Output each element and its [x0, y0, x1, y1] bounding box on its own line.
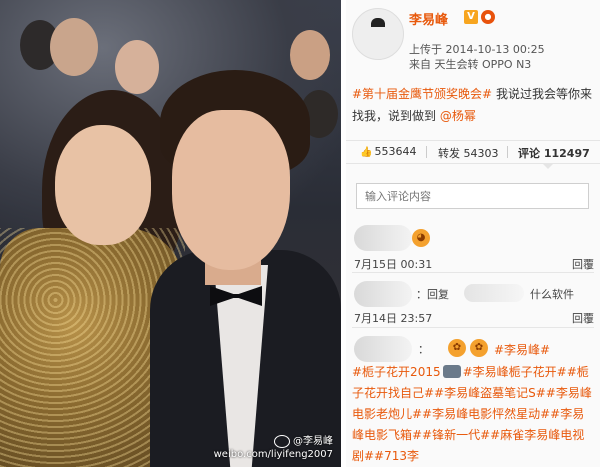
post-actions-bar: 👍 553644 转发 54303 评论 112497: [346, 140, 600, 169]
blurred-username: [464, 284, 524, 302]
avatar-figure: [371, 18, 385, 54]
photo-watermark: @李易峰 weibo.com/liyifeng2007: [214, 435, 333, 461]
comment-avatar-blurred[interactable]: [354, 225, 412, 251]
forward-count: 54303: [463, 147, 499, 160]
like-button[interactable]: 👍 553644: [360, 145, 416, 158]
man-face: [172, 110, 290, 270]
post-header: 李易峰 V ● 上传于 2014-10-13 00:25 来自 天生会转 OPP…: [346, 0, 600, 80]
like-count: 553644: [374, 145, 417, 158]
reply-button[interactable]: 回覆: [572, 256, 594, 272]
film-reel-icon: [442, 365, 461, 378]
level-badge-icon: ●: [481, 10, 495, 24]
weibo-logo-icon: [274, 435, 290, 448]
forward-button[interactable]: 转发 54303: [438, 145, 499, 161]
comment-hashtag[interactable]: #李易峰#: [494, 341, 550, 358]
weibo-post-panel: 李易峰 V ● 上传于 2014-10-13 00:25 来自 天生会转 OPP…: [346, 0, 600, 467]
smile-emoji-icon: ◕: [412, 229, 430, 247]
verified-v-icon: V: [464, 10, 478, 24]
comment-hashtag[interactable]: #栀子花开2015: [352, 365, 441, 379]
woman-face: [55, 125, 151, 245]
comment-time: 7月14日 23:57: [354, 312, 433, 325]
comment-divider: [352, 272, 594, 273]
reply-prefix: ：回复: [416, 288, 449, 301]
comment-body: #栀子花开2015 #李易峰栀子花开##栀子花开找自己##李易峰盗墓笔记S##李易…: [352, 362, 596, 467]
comment-avatar-blurred[interactable]: [354, 336, 412, 362]
avatar[interactable]: [352, 8, 404, 60]
action-separator: [426, 146, 427, 158]
watermark-user: @李易峰: [293, 436, 333, 447]
post-photo[interactable]: @李易峰 weibo.com/liyifeng2007: [0, 0, 341, 467]
action-separator: [507, 146, 508, 158]
comment-time: 7月15日 00:31: [354, 258, 433, 271]
comment-text: 什么软件: [530, 288, 574, 301]
comment-label: 评论: [518, 147, 540, 160]
audience-person: [50, 18, 98, 76]
thumbs-up-icon: 👍: [360, 147, 373, 158]
reply-button[interactable]: 回覆: [572, 310, 594, 326]
comment-avatar-blurred[interactable]: [354, 281, 412, 307]
comment-hashtags[interactable]: #李易峰栀子花开##栀子花开找自己##李易峰盗墓笔记S##李易峰电影老炮儿##李…: [352, 365, 592, 463]
flower-emoji-icon: ✿: [448, 339, 466, 357]
comment-divider: [352, 327, 594, 328]
audience-person: [290, 30, 330, 80]
comment-tab[interactable]: 评论 112497: [518, 145, 590, 161]
audience-person: [115, 40, 159, 94]
flower-emoji-icon: ✿: [470, 339, 488, 357]
username[interactable]: 李易峰: [409, 9, 448, 28]
comment-count: 112497: [543, 147, 590, 160]
comment-input[interactable]: [356, 183, 589, 209]
post-text: #第十届金鹰节颁奖晚会# 我说过我会等你来找我，说到做到 @杨幂: [352, 83, 596, 127]
comment-prefix: ：: [418, 343, 429, 356]
upload-time: 上传于 2014-10-13 00:25: [409, 43, 545, 56]
post-mention[interactable]: @杨幂: [440, 109, 476, 123]
watermark-url: weibo.com/liyifeng2007: [213, 449, 333, 460]
post-source: 来自 天生会转 OPPO N3: [409, 58, 532, 71]
post-hashtag[interactable]: #第十届金鹰节颁奖晚会#: [352, 87, 492, 101]
forward-label: 转发: [438, 147, 460, 160]
